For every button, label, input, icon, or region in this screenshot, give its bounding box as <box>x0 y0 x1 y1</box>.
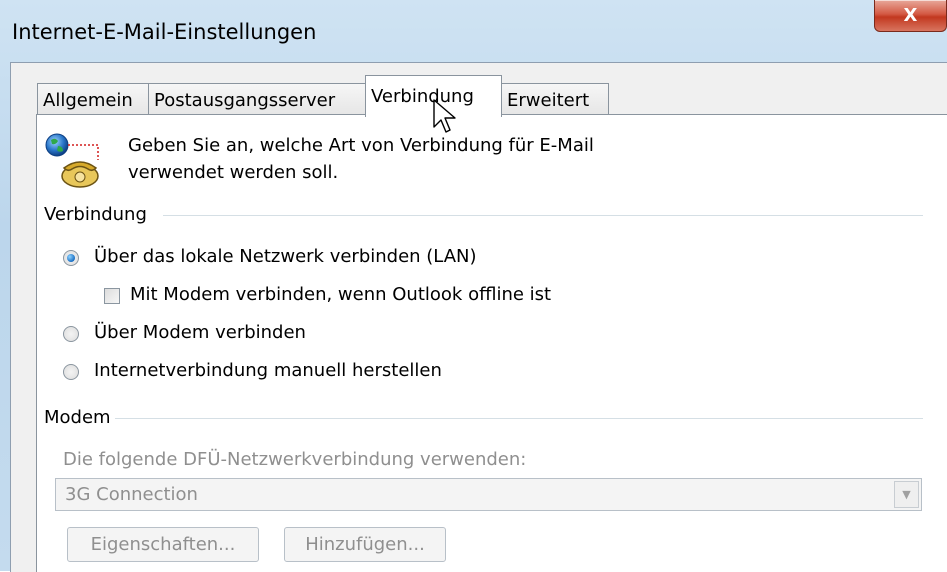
header-text-line1: Geben Sie an, welche Art von Verbindung … <box>128 135 594 156</box>
radio-manual[interactable] <box>63 364 79 380</box>
checkbox-modem-offline-label[interactable]: Mit Modem verbinden, wenn Outlook offlin… <box>130 284 551 305</box>
globe-phone-icon <box>45 133 99 188</box>
add-button[interactable]: Hinzufügen... <box>284 527 446 562</box>
radio-lan-label[interactable]: Über das lokale Netzwerk verbinden (LAN) <box>94 246 477 267</box>
dialup-connection-label: Die folgende DFÜ-Netzwerkverbindung verw… <box>63 449 527 470</box>
mouse-cursor-icon <box>433 99 456 133</box>
properties-button[interactable]: Eigenschaften... <box>67 527 259 562</box>
tab-postausgangsserver[interactable]: Postausgangsserver <box>148 83 366 115</box>
radio-lan[interactable] <box>63 250 79 266</box>
group-divider <box>115 418 923 419</box>
checkbox-modem-offline[interactable] <box>104 288 120 304</box>
tab-erweitert[interactable]: Erweitert <box>501 83 609 115</box>
group-divider <box>163 215 923 216</box>
tab-allgemein[interactable]: Allgemein <box>37 83 149 115</box>
window-title: Internet-E-Mail-Einstellungen <box>12 20 317 44</box>
radio-modem[interactable] <box>63 326 79 342</box>
dialog-window: Internet-E-Mail-Einstellungen X Allgemei… <box>0 0 947 572</box>
close-button[interactable]: X <box>874 0 947 32</box>
group-label-verbindung: Verbindung <box>44 204 147 225</box>
dialup-connection-value: 3G Connection <box>65 484 198 505</box>
group-label-modem: Modem <box>44 407 111 428</box>
chevron-down-icon[interactable]: ▼ <box>894 481 919 508</box>
radio-modem-label[interactable]: Über Modem verbinden <box>94 322 306 343</box>
dialup-connection-select[interactable]: 3G Connection ▼ <box>55 478 922 511</box>
radio-manual-label[interactable]: Internetverbindung manuell herstellen <box>94 360 442 381</box>
header-text-line2: verwendet werden soll. <box>128 162 339 183</box>
